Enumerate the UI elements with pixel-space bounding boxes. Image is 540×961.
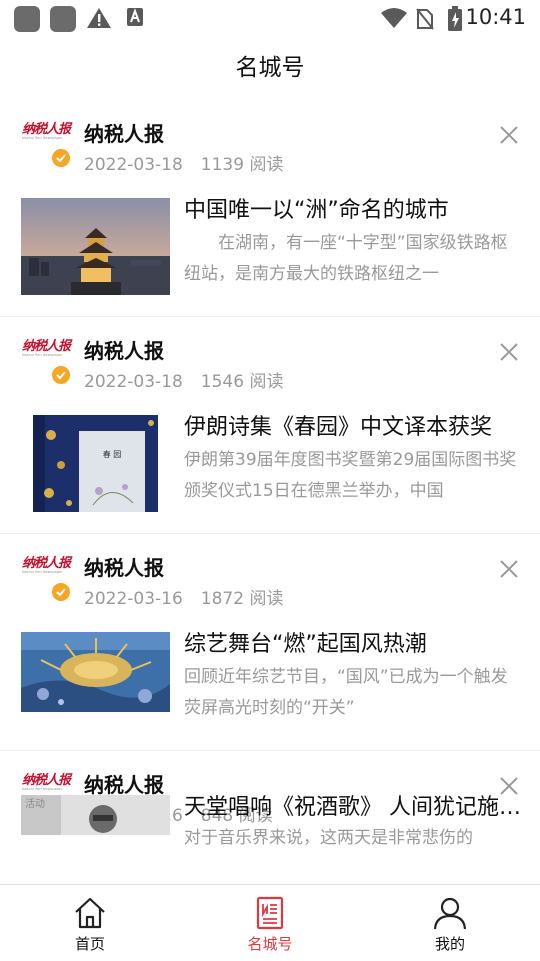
embroidery-photo xyxy=(21,632,170,712)
read-count: 1139 阅读 xyxy=(200,155,284,175)
article-title[interactable]: 天堂唱响《祝酒歌》 人间犹记施光南 xyxy=(184,789,524,821)
close-icon[interactable] xyxy=(498,124,520,146)
book-cover-photo: 春 园 xyxy=(33,415,158,512)
article-card[interactable]: 纳税人报 Nashui Ren Newspaper 纳税人报 2022-03-1… xyxy=(0,534,540,751)
tab-label: 首页 xyxy=(74,935,105,953)
article-card[interactable]: 纳税人报 Nashui Ren Newspaper 纳税人报 2022-03-1… xyxy=(0,100,540,317)
article-summary: 伊朗第39届年度图书奖暨第29届国际图书奖颁奖仪式15日在德黑兰举办，中国 xyxy=(184,450,517,501)
source-logo: 纳税人报 Nashui Ren Newspaper xyxy=(22,556,71,574)
article-feed[interactable]: 纳税人报 Nashui Ren Newspaper 纳税人报 2022-03-1… xyxy=(0,100,540,884)
page-header: 名城号 xyxy=(0,36,540,100)
article-summary: 对于音乐界来说，这两天是非常悲伤的 xyxy=(184,828,473,848)
source-name[interactable]: 纳税人报 xyxy=(84,769,164,798)
verified-badge-icon xyxy=(52,583,70,601)
article-meta: 2022-03-18 1546 阅读 xyxy=(84,367,283,392)
read-count: 1546 阅读 xyxy=(200,372,284,392)
source-logo: 纳税人报 Nashui Ren Newspaper xyxy=(22,339,71,357)
tab-home[interactable]: 首页 xyxy=(30,885,150,961)
page-title: 名城号 xyxy=(235,55,305,81)
clock: 10:41 xyxy=(465,5,526,29)
notification-app-icon xyxy=(50,6,76,32)
source-name[interactable]: 纳税人报 xyxy=(84,118,164,147)
article-card[interactable]: 纳税人报 Nashui Ren Newspaper 纳税人报 2022-03-1… xyxy=(0,317,540,534)
pavilion-photo xyxy=(21,198,170,295)
home-icon xyxy=(75,897,105,929)
close-icon[interactable] xyxy=(498,558,520,580)
article-thumbnail[interactable]: 春 园 xyxy=(21,415,170,512)
article-meta: 2022-03-16 1872 阅读 xyxy=(84,584,283,609)
no-sim-icon xyxy=(416,8,434,30)
article-summary: 在湖南，有一座“十字型”国家级铁路枢纽站，是南方最大的铁路枢纽之一 xyxy=(184,233,508,284)
portrait-photo: 活动 xyxy=(21,795,170,835)
document-icon xyxy=(256,896,284,930)
tab-label: 名城号 xyxy=(247,935,293,953)
publish-date: 2022-03-18 xyxy=(84,155,183,175)
article-summary: 回顾近年综艺节目，“国风”已成为一个触发荧屏高光时刻的“开关” xyxy=(184,667,508,718)
photo-caption-text: 活动 xyxy=(25,798,45,810)
book-title-text: 春 园 xyxy=(103,449,122,459)
source-logo: 纳税人报 Nashui Ren Newspaper xyxy=(22,122,71,140)
article-title[interactable]: 中国唯一以“洲”命名的城市 xyxy=(184,192,524,224)
article-title[interactable]: 伊朗诗集《春园》中文译本获奖 xyxy=(184,409,524,441)
publish-date: 2022-03-16 xyxy=(84,589,183,609)
article-title[interactable]: 综艺舞台“燃”起国风热潮 xyxy=(184,626,524,658)
read-count: 1872 阅读 xyxy=(200,589,284,609)
close-icon[interactable] xyxy=(498,341,520,363)
bottom-tab-bar: 首页 名城号 我的 xyxy=(0,884,540,961)
article-meta: 2022-03-18 1139 阅读 xyxy=(84,150,283,175)
notification-app-icon xyxy=(14,6,40,32)
battery-charging-icon xyxy=(448,6,462,31)
tab-label: 我的 xyxy=(434,935,465,953)
tab-mingchenghao[interactable]: 名城号 xyxy=(210,885,330,961)
article-thumbnail[interactable]: 活动 xyxy=(21,795,170,835)
wifi-icon xyxy=(381,8,407,28)
font-a-icon xyxy=(127,8,143,26)
tab-profile[interactable]: 我的 xyxy=(390,885,510,961)
verified-badge-icon xyxy=(52,149,70,167)
publish-date: 2022-03-18 xyxy=(84,372,183,392)
article-thumbnail[interactable] xyxy=(21,632,170,712)
verified-badge-icon xyxy=(52,366,70,384)
warning-icon xyxy=(87,8,111,28)
source-name[interactable]: 纳税人报 xyxy=(84,335,164,364)
status-bar: 10:41 xyxy=(0,0,540,36)
source-name[interactable]: 纳税人报 xyxy=(84,552,164,581)
article-thumbnail[interactable] xyxy=(21,198,170,295)
source-logo: 纳税人报 Nashui Ren Newspaper xyxy=(22,773,71,791)
article-card[interactable]: 纳税人报 Nashui Ren Newspaper 纳税人报 2022-03-1… xyxy=(0,751,540,884)
person-icon xyxy=(433,897,467,930)
